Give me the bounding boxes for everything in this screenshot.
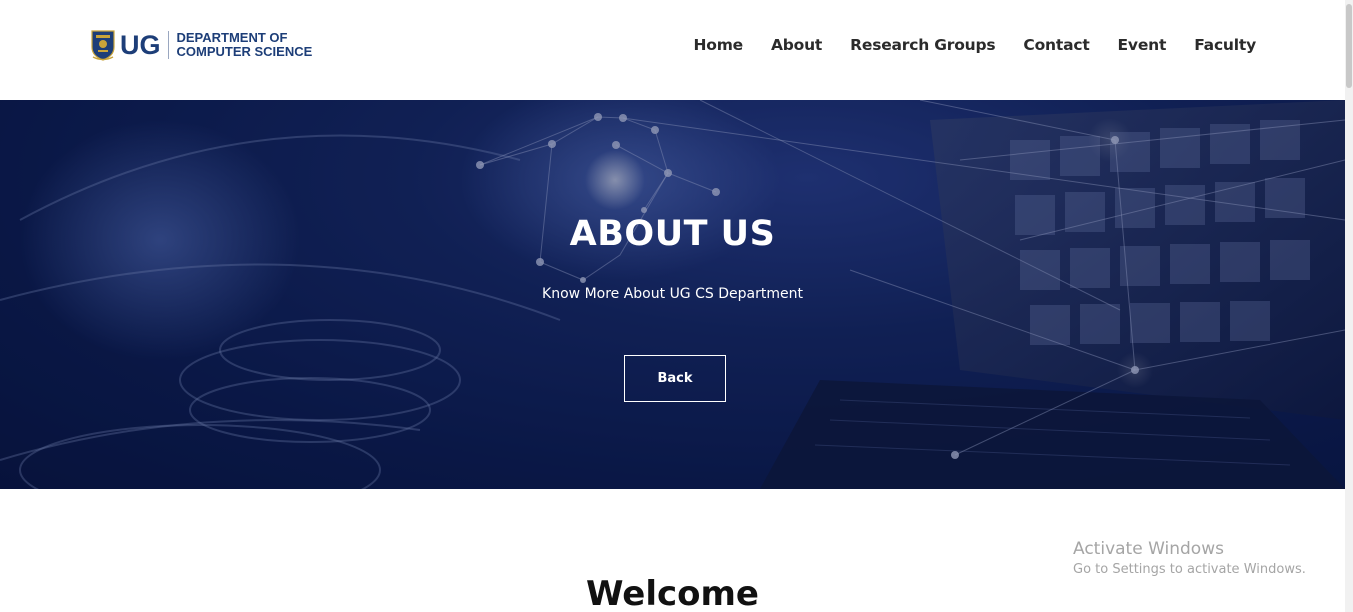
watermark-title: Activate Windows (1073, 539, 1224, 559)
main-nav: Home About Research Groups Contact Event… (665, 34, 1256, 56)
back-button[interactable]: Back (624, 355, 726, 402)
watermark-subtitle: Go to Settings to activate Windows. (1073, 562, 1306, 577)
nav-contact[interactable]: Contact (1023, 34, 1089, 56)
nav-faculty[interactable]: Faculty (1194, 34, 1256, 56)
hero-title: ABOUT US (569, 214, 776, 254)
logo-line-1: DEPARTMENT OF (176, 30, 288, 45)
nav-research-groups[interactable]: Research Groups (850, 34, 995, 56)
ug-crest-icon (90, 29, 116, 61)
logo-line-2: COMPUTER SCIENCE (176, 44, 313, 59)
site-logo[interactable]: UG DEPARTMENT OF COMPUTER SCIENCE (90, 28, 312, 62)
logo-abbr: UG (120, 30, 161, 60)
logo-department-name: DEPARTMENT OF COMPUTER SCIENCE (177, 31, 313, 59)
hero-subtitle: Know More About UG CS Department (542, 286, 803, 302)
page-scrollbar[interactable] (1345, 0, 1353, 612)
nav-event[interactable]: Event (1118, 34, 1167, 56)
nav-home[interactable]: Home (693, 34, 743, 56)
scrollbar-thumb[interactable] (1346, 4, 1352, 88)
activate-windows-watermark: Activate Windows Go to Settings to activ… (1073, 538, 1306, 580)
site-header: UG DEPARTMENT OF COMPUTER SCIENCE Home A… (0, 0, 1353, 100)
hero-banner: ABOUT US Know More About UG CS Departmen… (0, 100, 1345, 489)
logo-divider (167, 31, 169, 59)
nav-about[interactable]: About (771, 34, 822, 56)
